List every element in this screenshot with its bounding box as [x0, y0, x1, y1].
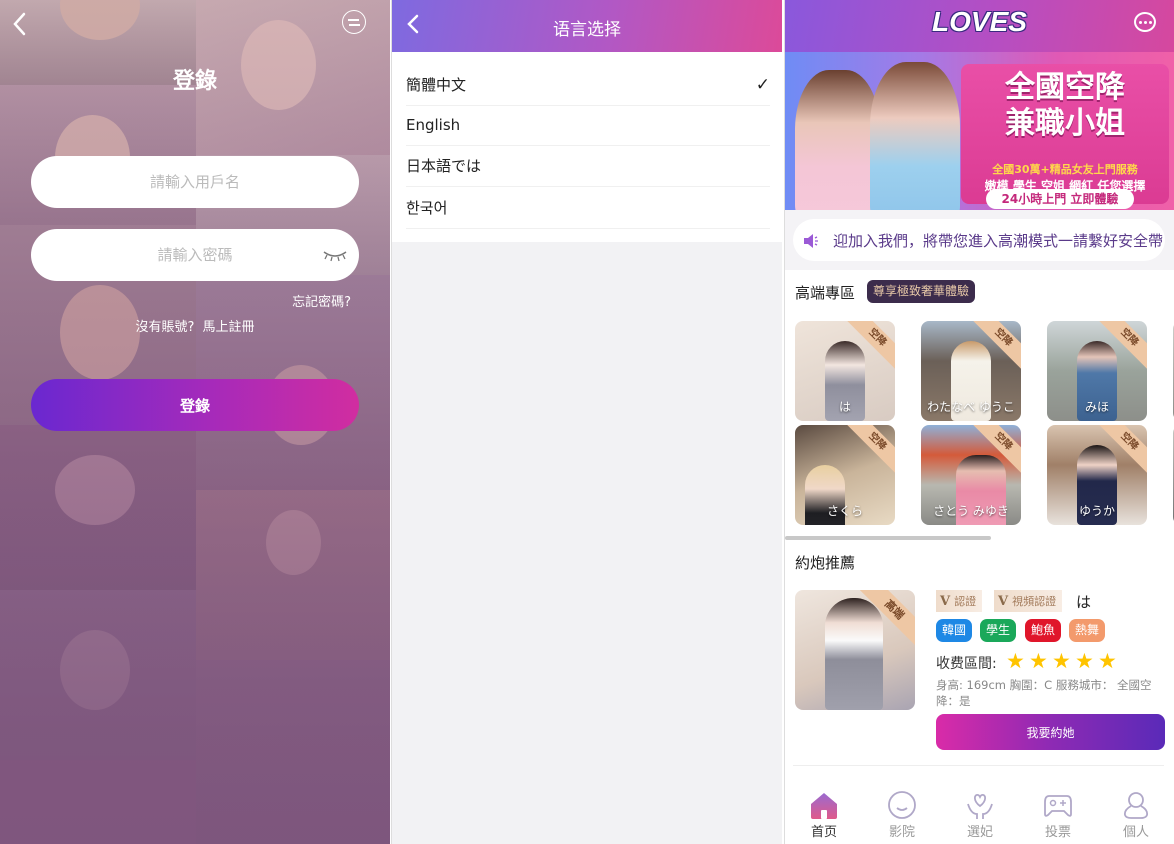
tag-dance: 熱舞 [1069, 619, 1106, 642]
page-title: 语言选择 [553, 20, 621, 40]
banner-subtitle: 全國30萬+精品女友上門服務 [992, 163, 1138, 176]
recommend-photo[interactable]: 高端 [795, 590, 915, 710]
app-logo: LOVES [932, 6, 1027, 37]
profile-card[interactable]: 空降 さくら [795, 425, 895, 525]
promo-banner[interactable]: 全國空降 兼職小姐 全國30萬+精品女友上門服務 嫩模 學生 空姐 網紅 任您選… [785, 52, 1174, 210]
language-screen: 语言选择 簡體中文 ✓ English 日本語では 한국어 [391, 0, 782, 844]
tab-label: 選妃 [966, 825, 993, 840]
banner-model [795, 70, 880, 210]
price-range-label: 收费區間: [936, 656, 997, 672]
password-input[interactable] [31, 229, 359, 281]
language-label: 簡體中文 [406, 76, 467, 94]
notice-marquee: 迎加入我們，將帶您進入高潮模式一請繫好安全帶 [793, 219, 1165, 261]
check-icon: ✓ [755, 75, 770, 95]
language-list: 簡體中文 ✓ English 日本語では 한국어 [392, 52, 782, 242]
banner-title-line1: 全國空降 [1005, 70, 1125, 105]
star-icon: ★ [1029, 649, 1048, 673]
language-option-korean[interactable]: 한국어 [406, 188, 770, 229]
tab-label: 個人 [1122, 825, 1149, 840]
premium-grid[interactable]: 空降 は 空降 わたなべ ゆうこ 空降 みほ 空降 さくら 空降 さとう みゆき… [795, 321, 1174, 526]
profile-card[interactable]: 空降 ゆうか [1047, 425, 1147, 525]
tag-korea: 韓國 [936, 619, 973, 642]
card-name: ゆうか [1078, 504, 1115, 518]
card-name: さとう みゆき [933, 504, 1009, 518]
star-icon: ★ [1052, 649, 1071, 673]
notice-bar: 迎加入我們，將帶您進入高潮模式一請繫好安全帶 [785, 210, 1174, 270]
language-option-simplified-chinese[interactable]: 簡體中文 ✓ [406, 65, 770, 106]
tab-label: 影院 [888, 825, 915, 840]
smile-icon [888, 791, 916, 819]
header-bar: 语言选择 [392, 0, 782, 52]
book-button[interactable]: 我要約她 [936, 714, 1165, 750]
back-icon[interactable] [12, 12, 36, 40]
register-prompt: 沒有賬號? 馬上註冊 [0, 316, 390, 335]
profile-info: 身高: 169cm 胸圍：C 服務城市： 全國空降：是 [936, 678, 1152, 708]
tab-select[interactable]: 選妃 [950, 790, 1010, 840]
profile-name: は [1076, 593, 1092, 611]
user-icon [1123, 792, 1149, 819]
login-screen: 登錄 忘記密碼? 沒有賬號? 馬上註冊 登錄 [0, 0, 390, 844]
premium-section-title: 高端專區 [795, 284, 856, 302]
profile-card[interactable]: 空降 わたなべ ゆうこ [921, 321, 1021, 421]
tag-abalone: 鮑魚 [1025, 619, 1062, 642]
star-icon: ★ [1006, 649, 1025, 673]
banner-model [870, 62, 960, 210]
tag-student: 學生 [980, 619, 1017, 642]
video-verified-label: 視頻認證 [1012, 595, 1057, 608]
video-verified-badge: V 視頻認證 [994, 590, 1063, 612]
star-icon: ★ [1075, 649, 1094, 673]
card-name: わたなべ ゆうこ [927, 400, 1015, 414]
header-bar: LOVES [785, 0, 1174, 52]
verified-badge: V 認證 [936, 590, 983, 612]
page-title: 登錄 [172, 69, 217, 94]
tab-vote[interactable]: 投票 [1028, 790, 1088, 840]
login-button[interactable]: 登錄 [31, 379, 359, 431]
profile-card[interactable]: 空降 みほ [1047, 321, 1147, 421]
language-switch-icon[interactable] [342, 10, 366, 34]
tab-profile[interactable]: 個人 [1106, 790, 1166, 840]
profile-card[interactable]: 空降 は [795, 321, 895, 421]
tab-cinema[interactable]: 影院 [872, 790, 932, 840]
forgot-password-link[interactable]: 忘記密碼? [292, 291, 351, 310]
card-name: さくら [826, 504, 863, 518]
bottom-tab-bar: 首页 影院 選妃 投票 個人 [785, 790, 1174, 844]
chat-icon[interactable] [1134, 12, 1156, 32]
tab-label: 投票 [1044, 825, 1071, 840]
username-input[interactable] [31, 156, 359, 208]
eye-closed-icon[interactable] [322, 247, 348, 262]
language-option-japanese[interactable]: 日本語では [406, 146, 770, 187]
card-name: みほ [1084, 400, 1109, 414]
language-option-english[interactable]: English [406, 105, 770, 146]
gamepad-icon [1044, 795, 1072, 817]
language-label: 日本語では [406, 157, 482, 175]
banner-text-box: 全國空降 兼職小姐 全國30萬+精品女友上門服務 嫩模 學生 空姐 網紅 任您選… [961, 64, 1169, 204]
horizontal-scrollbar[interactable] [785, 536, 991, 540]
heart-hand-icon [967, 794, 993, 819]
rating-stars: ★ ★ ★ ★ ★ [1006, 651, 1121, 672]
premium-badge: 尊享極致奢華體驗 [867, 280, 976, 303]
tab-home[interactable]: 首页 [794, 790, 854, 840]
recommend-section-title: 約炮推薦 [795, 554, 856, 572]
speaker-icon [803, 233, 819, 248]
verified-label: 認證 [954, 595, 977, 608]
banner-cta: 24小時上門 立即體驗 [986, 189, 1134, 209]
home-icon [811, 793, 837, 819]
star-icon: ★ [1098, 649, 1117, 673]
language-label: 한국어 [406, 199, 448, 217]
language-label: English [406, 116, 461, 134]
divider [793, 765, 1164, 766]
card-name: は [838, 400, 851, 414]
tab-label: 首页 [810, 825, 837, 840]
notice-text: 迎加入我們，將帶您進入高潮模式一請繫好安全帶 [833, 232, 1164, 250]
banner-title-line2: 兼職小姐 [1005, 106, 1125, 141]
profile-card[interactable]: 空降 さとう みゆき [921, 425, 1021, 525]
home-screen: LOVES 全國空降 兼職小姐 全國30萬+精品女友上門服務 嫩模 學生 空姐 … [784, 0, 1174, 844]
no-account-text: 沒有賬號? [135, 320, 195, 335]
register-link[interactable]: 馬上註冊 [202, 320, 254, 335]
